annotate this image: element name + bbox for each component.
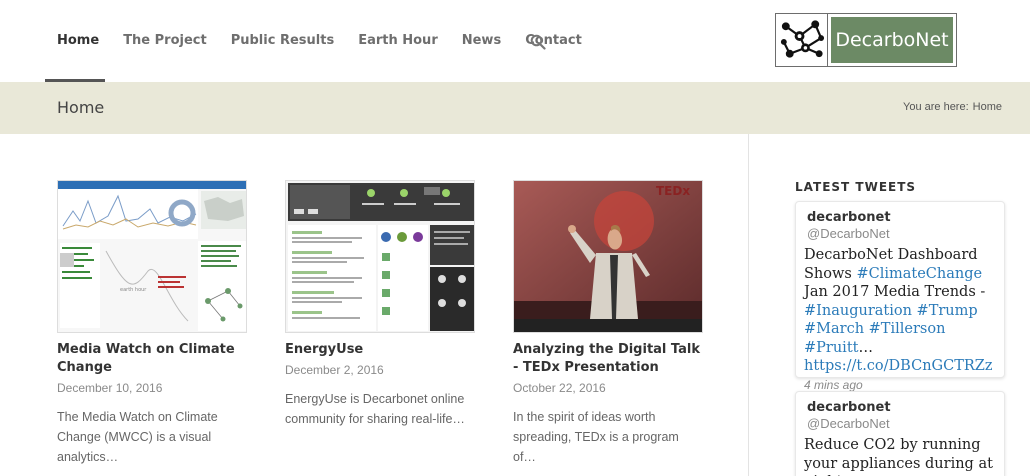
post-excerpt: In the spirit of ideas worth spreading, …: [513, 410, 679, 464]
post-card: TEDx Analyzing the Digital Talk - TEDx P…: [513, 180, 705, 467]
hashtag-link[interactable]: #Trump: [917, 303, 978, 319]
tweet-author-name[interactable]: decarbonet: [804, 210, 994, 225]
network-logo-icon: [776, 14, 828, 66]
post-excerpt: EnergyUse is Decarbonet online community…: [285, 392, 465, 426]
breadcrumb: You are here: Home: [903, 101, 1002, 113]
main-nav: Home The Project Public Results Earth Ho…: [57, 33, 606, 48]
post-card: EnergyUse December 2, 2016 EnergyUse is …: [285, 180, 477, 429]
tweet-card: decarbonet @DecarboNet DecarboNet Dashbo…: [795, 201, 1005, 392]
nav-item-news[interactable]: News: [462, 33, 501, 48]
post-thumbnail-media-watch[interactable]: earth hour: [57, 180, 247, 333]
svg-text:earth hour: earth hour: [120, 287, 147, 293]
site-logo[interactable]: DecarboNet: [775, 13, 957, 67]
hashtag-link[interactable]: #ClimateChange: [856, 266, 982, 282]
hashtag-link[interactable]: #March: [804, 321, 864, 337]
tweet-timestamp[interactable]: 4 mins ago: [804, 378, 994, 392]
breadcrumb-prefix: You are here:: [903, 101, 969, 113]
breadcrumb-current: Home: [972, 101, 1002, 113]
latest-tweets-heading: LATEST TWEETS: [795, 180, 917, 194]
hashtag-link[interactable]: #Tillerson: [869, 321, 946, 337]
post-title[interactable]: Media Watch on Climate Change: [57, 341, 249, 377]
tweet-text: Reduce CO2 by running your appliances du…: [804, 437, 993, 476]
post-thumbnail-energyuse[interactable]: [285, 180, 475, 333]
post-card: earth hour Media Watch on Climate Change…: [57, 180, 249, 467]
tweet-card: decarbonet @DecarboNet Reduce CO2 by run…: [795, 391, 1005, 476]
tweet-text: DecarboNet Dashboard Shows #ClimateChang…: [804, 246, 994, 376]
post-date: December 2, 2016: [285, 363, 384, 377]
site-header: Home The Project Public Results Earth Ho…: [0, 0, 1030, 82]
nav-item-the-project[interactable]: The Project: [123, 33, 207, 48]
svg-text:TEDx: TEDx: [656, 184, 690, 198]
hashtag-link[interactable]: #Pruitt: [804, 340, 858, 356]
tweet-text-segment: Jan 2017 Media Trends -: [804, 284, 986, 300]
post-title[interactable]: Analyzing the Digital Talk - TEDx Presen…: [513, 341, 705, 377]
tweet-url-link[interactable]: https://t.co/DBCnGCTRZz: [804, 358, 993, 374]
tweet-author-handle[interactable]: @DecarboNet: [804, 416, 994, 431]
tweet-author-name[interactable]: decarbonet: [804, 400, 994, 415]
tweet-text-segment: …: [858, 339, 873, 356]
post-excerpt: The Media Watch on Climate Change (MWCC)…: [57, 410, 218, 464]
logo-text: DecarboNet: [828, 14, 956, 66]
tweet-author-handle[interactable]: @DecarboNet: [804, 226, 994, 241]
breadcrumb-bar: Home You are here: Home: [0, 82, 1030, 134]
search-icon[interactable]: [530, 34, 546, 50]
sidebar-divider: [748, 134, 749, 476]
nav-item-earth-hour[interactable]: Earth Hour: [358, 33, 438, 48]
nav-item-public-results[interactable]: Public Results: [231, 33, 334, 48]
post-title[interactable]: EnergyUse: [285, 341, 477, 359]
hashtag-link[interactable]: #Inauguration: [804, 303, 912, 319]
post-date: October 22, 2016: [513, 381, 606, 395]
page-title: Home: [57, 98, 105, 117]
nav-item-home[interactable]: Home: [57, 33, 99, 48]
post-thumbnail-tedx[interactable]: TEDx: [513, 180, 703, 333]
post-date: December 10, 2016: [57, 381, 163, 395]
